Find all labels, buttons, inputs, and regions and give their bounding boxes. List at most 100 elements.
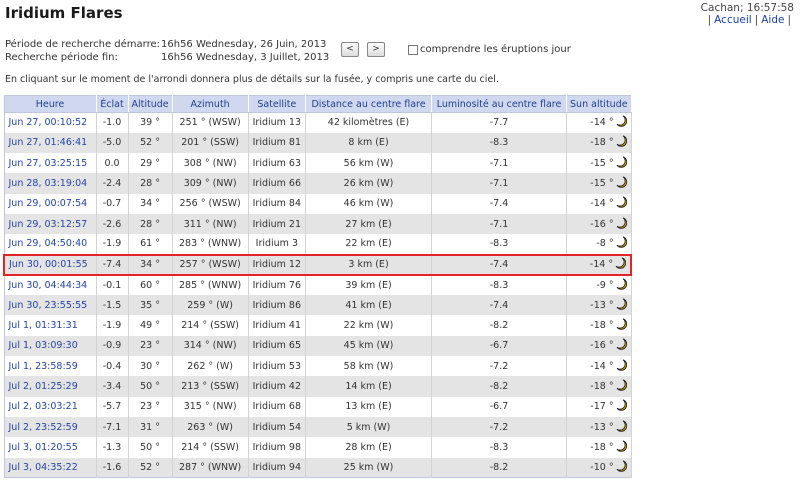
crescent-moon-icon — [616, 115, 627, 130]
time-link-text[interactable]: Jul 1, 03:09:30 — [9, 340, 78, 351]
azimuth-cell: 283 ° (WNW) — [172, 234, 249, 255]
time-link[interactable]: Jul 2, 23:52:59 — [4, 416, 97, 438]
home-link[interactable]: Accueil — [714, 14, 752, 26]
satellite-cell-text: Iridium 68 — [252, 401, 302, 413]
satellite-cell: Iridium 41 — [248, 315, 307, 336]
time-link-text[interactable]: Jun 27, 01:46:41 — [9, 137, 88, 148]
time-link-text[interactable]: Jul 1, 23:58:59 — [9, 361, 78, 372]
time-link-text[interactable]: Jun 28, 03:19:04 — [9, 178, 88, 189]
azimuth-cell-text: 262 ° (W) — [187, 360, 233, 372]
center-brightness-cell: -8.3 — [431, 132, 568, 154]
time-link[interactable]: Jul 2, 01:25:29 — [4, 376, 97, 397]
column-header-altitude: Altitude — [128, 95, 173, 113]
altitude-cell-text: 50 ° — [140, 381, 160, 392]
sun-altitude-cell-text: -15 ° — [590, 178, 614, 190]
brightness-cell-text: -0.7 — [102, 198, 122, 210]
time-link[interactable]: Jun 30, 00:01:55 — [3, 253, 97, 276]
time-link-text[interactable]: Jul 2, 23:52:59 — [9, 422, 78, 433]
azimuth-cell-text: 251 ° (WSW) — [179, 117, 241, 129]
time-link-text[interactable]: Jun 29, 03:12:57 — [9, 219, 88, 230]
help-link[interactable]: Aide — [761, 14, 784, 26]
altitude-cell-text: 23 ° — [140, 340, 160, 352]
altitude-cell: 34 ° — [128, 253, 173, 276]
time-link[interactable]: Jul 1, 03:09:30 — [4, 335, 97, 357]
distance-cell-text: 26 km (W) — [343, 178, 394, 190]
sun-altitude-cell-text: -17 ° — [590, 401, 614, 413]
altitude-cell-text: 61 ° — [140, 238, 160, 250]
time-link-text[interactable]: Jul 3, 01:20:55 — [9, 442, 78, 453]
period-end-label: Recherche période fin: — [5, 51, 118, 63]
time-link[interactable]: Jun 29, 04:50:40 — [4, 234, 97, 255]
time-link-text[interactable]: Jun 27, 00:10:52 — [9, 117, 88, 128]
time-link-text[interactable]: Jun 27, 03:25:15 — [9, 158, 88, 169]
brightness-cell-text: -7.1 — [102, 421, 122, 433]
azimuth-cell-text: 285 ° (WNW) — [179, 280, 242, 292]
time-link[interactable]: Jun 27, 01:46:41 — [4, 132, 97, 154]
center-brightness-cell-text: -7.4 — [489, 259, 509, 271]
time-link[interactable]: Jul 2, 03:03:21 — [4, 396, 97, 417]
time-link-text[interactable]: Jul 2, 01:25:29 — [9, 381, 78, 392]
table-row: Jul 1, 03:09:30 -0.9 23 ° 314 ° (NW) Iridium… — [4, 335, 632, 357]
brightness-cell: 0.0 — [96, 153, 129, 174]
distance-cell: 8 km (E) — [305, 132, 433, 154]
link-separator: | — [707, 14, 712, 26]
crescent-moon-icon — [616, 236, 627, 251]
distance-cell: 22 km (E) — [305, 234, 433, 255]
sun-altitude-cell: -14 ° — [566, 112, 632, 133]
crescent-moon-icon — [616, 440, 627, 455]
time-link[interactable]: Jun 27, 00:10:52 — [4, 112, 97, 133]
altitude-cell-text: 29 ° — [140, 157, 160, 169]
crescent-moon-icon — [616, 399, 627, 414]
sun-altitude-cell: -8 ° — [566, 234, 632, 255]
center-brightness-cell-text: -7.1 — [489, 178, 509, 190]
distance-cell: 14 km (E) — [305, 376, 433, 397]
satellite-cell-text: Iridium 21 — [252, 218, 302, 230]
time-link[interactable]: Jun 28, 03:19:04 — [4, 173, 97, 194]
table-row: Jul 1, 23:58:59 -0.4 30 ° 262 ° (W) Iridium … — [4, 356, 632, 377]
brightness-cell: -1.0 — [96, 112, 129, 133]
daytime-flares-option[interactable]: comprendre les éruptions jour — [408, 44, 571, 55]
brightness-cell-text: -5.0 — [102, 137, 122, 149]
time-link[interactable]: Jun 27, 03:25:15 — [4, 153, 97, 174]
daytime-flares-checkbox[interactable] — [408, 44, 418, 55]
satellite-cell-text: Iridium 53 — [252, 360, 302, 372]
time-link[interactable]: Jul 1, 01:31:31 — [4, 315, 97, 336]
previous-period-button[interactable]: < — [341, 42, 359, 57]
satellite-cell: Iridium 94 — [248, 457, 307, 478]
table-row: Jun 27, 01:46:41 -5.0 52 ° 201 ° (SSW) Iridi… — [4, 132, 632, 154]
time-link[interactable]: Jul 1, 23:58:59 — [4, 356, 97, 377]
column-header-distance: Distance au centre flare — [305, 95, 433, 113]
time-link-text[interactable]: Jul 1, 01:31:31 — [9, 320, 78, 331]
time-link[interactable]: Jul 3, 04:35:22 — [4, 457, 97, 478]
time-link[interactable]: Jun 30, 23:55:55 — [4, 295, 97, 316]
period-end-row: Recherche période fin: 16h56 Wednesday, … — [5, 52, 329, 65]
azimuth-cell: 251 ° (WSW) — [172, 112, 249, 133]
time-link[interactable]: Jun 29, 03:12:57 — [4, 213, 97, 235]
time-link-text[interactable]: Jun 29, 00:07:54 — [9, 198, 88, 209]
time-link-text[interactable]: Jul 2, 03:03:21 — [9, 401, 78, 412]
time-link[interactable]: Jun 30, 04:44:34 — [4, 274, 97, 296]
center-brightness-cell: -7.1 — [431, 213, 568, 235]
next-period-button[interactable]: > — [367, 42, 385, 57]
azimuth-cell-text: 257 ° (WSW) — [179, 259, 241, 271]
time-link-text[interactable]: Jun 30, 04:44:34 — [9, 280, 88, 291]
distance-cell: 13 km (E) — [305, 396, 433, 417]
time-link[interactable]: Jun 29, 00:07:54 — [4, 193, 97, 214]
satellite-cell: Iridium 13 — [248, 112, 307, 133]
time-link-text[interactable]: Jun 30, 23:55:55 — [9, 300, 88, 311]
time-link-text[interactable]: Jun 30, 00:01:55 — [9, 259, 88, 270]
crescent-moon-icon — [616, 318, 627, 333]
center-brightness-cell: -8.3 — [431, 437, 568, 458]
time-link[interactable]: Jul 3, 01:20:55 — [4, 437, 97, 458]
table-row: Jul 3, 04:35:22 -1.6 52 ° 287 ° (WNW) Iridiu… — [4, 457, 632, 478]
brightness-cell: -5.7 — [96, 396, 129, 417]
time-link-text[interactable]: Jun 29, 04:50:40 — [9, 238, 88, 249]
center-brightness-cell: -8.2 — [431, 376, 568, 397]
brightness-cell-text: -3.4 — [102, 381, 122, 392]
center-brightness-cell-text: -6.7 — [489, 401, 509, 413]
brightness-cell-text: -1.3 — [102, 441, 122, 453]
table-row: Jun 27, 03:25:15 0.0 29 ° 308 ° (NW) Iridium… — [4, 153, 632, 174]
time-link-text[interactable]: Jul 3, 04:35:22 — [9, 462, 78, 473]
distance-cell-text: 25 km (W) — [343, 461, 394, 473]
distance-cell: 22 km (W) — [305, 315, 433, 336]
